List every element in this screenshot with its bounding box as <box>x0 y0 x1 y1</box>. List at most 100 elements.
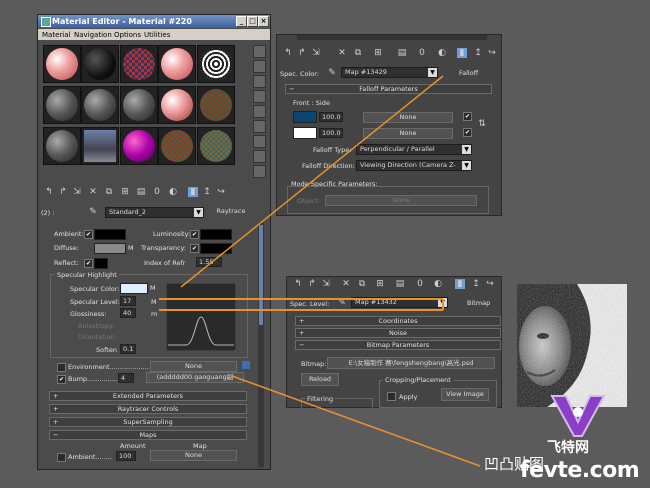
reflect-swatch[interactable] <box>94 258 108 269</box>
reflect-checkbox[interactable]: ✔ <box>84 259 93 268</box>
show-end-result-icon[interactable]: ▮ <box>457 48 467 58</box>
soften-spinner[interactable]: 0.1 <box>120 344 136 354</box>
sample-slot[interactable] <box>197 127 235 165</box>
make-unique-icon[interactable]: ⊞ <box>373 48 383 58</box>
assign-material-icon[interactable]: ⇲ <box>311 48 321 58</box>
go-forward-icon[interactable]: ↪ <box>487 48 497 58</box>
pick-material-icon[interactable]: ✎ <box>88 207 98 217</box>
sample-slot[interactable] <box>158 127 196 165</box>
menu-navigation[interactable]: Navigation <box>74 31 112 39</box>
specular-color-map-button[interactable]: M <box>150 284 156 292</box>
map-type-button[interactable]: Bitmap <box>467 299 490 307</box>
sample-slot[interactable] <box>43 127 81 165</box>
reset-map-icon[interactable]: ✕ <box>88 187 98 197</box>
get-material-icon[interactable]: ↰ <box>44 187 54 197</box>
sample-slot[interactable] <box>81 45 119 83</box>
reset-map-icon[interactable]: ✕ <box>337 48 347 58</box>
show-end-result-icon[interactable]: ▮ <box>455 279 465 289</box>
reset-map-icon[interactable]: ✕ <box>341 279 351 289</box>
diffuse-swatch[interactable] <box>94 243 126 254</box>
falloff-direction-dropdown[interactable]: Viewing Direction (Camera Z-Axis)▼ <box>356 160 472 171</box>
sample-slot[interactable] <box>120 86 158 124</box>
menu-material[interactable]: Material <box>42 31 70 39</box>
make-unique-icon[interactable]: ⊞ <box>120 187 130 197</box>
maximize-button[interactable]: □ <box>247 16 258 27</box>
put-to-library-icon[interactable]: ▤ <box>395 279 405 289</box>
sample-uv-tiling-icon[interactable] <box>253 90 266 103</box>
rollout-bitmap-parameters[interactable]: − Bitmap Parameters <box>295 340 501 350</box>
sample-slot[interactable] <box>120 127 158 165</box>
bitmap-map-name-field[interactable]: Map #13432 ▼ <box>351 297 448 308</box>
ambient-lock-checkbox[interactable]: ✔ <box>84 230 93 239</box>
bitmap-path-button[interactable]: E:\女稿制作 赛\fengshengbang\高光.psd <box>327 357 495 369</box>
put-to-library-icon[interactable]: ▤ <box>136 187 146 197</box>
close-button[interactable]: × <box>258 16 269 27</box>
rollout-falloff-parameters[interactable]: − Falloff Parameters <box>285 84 492 94</box>
sample-slot[interactable] <box>120 45 158 83</box>
show-end-result-icon[interactable]: ▮ <box>188 187 198 197</box>
sample-slot[interactable] <box>158 86 196 124</box>
go-to-parent-icon[interactable]: ↥ <box>202 187 212 197</box>
sample-slot[interactable] <box>81 86 119 124</box>
front-map-button[interactable]: None <box>363 112 453 123</box>
copy-material-icon[interactable]: ⧉ <box>353 48 363 58</box>
pick-map-icon[interactable]: ✎ <box>337 298 347 308</box>
video-color-check-icon[interactable] <box>253 105 266 118</box>
bump-amount-spinner[interactable]: 4 <box>118 373 134 383</box>
go-to-parent-icon[interactable]: ↥ <box>471 279 481 289</box>
sample-slot[interactable] <box>197 86 235 124</box>
side-map-checkbox[interactable]: ✔ <box>463 128 472 137</box>
pick-map-icon[interactable]: ✎ <box>327 68 337 78</box>
material-type-button[interactable]: Raytrace <box>210 207 252 216</box>
get-material-icon[interactable]: ↰ <box>293 279 303 289</box>
material-name-field[interactable]: Standard_2 ▼ <box>105 207 204 218</box>
glossiness-spinner[interactable]: 40 <box>120 308 136 318</box>
front-color-swatch[interactable] <box>293 111 317 123</box>
sample-slot[interactable] <box>197 45 235 83</box>
go-forward-icon[interactable]: ↪ <box>216 187 226 197</box>
rollout-coordinates[interactable]: + Coordinates <box>295 316 501 326</box>
sample-type-icon[interactable] <box>253 45 266 58</box>
panel-scrollbar[interactable] <box>297 35 487 40</box>
environment-map-button[interactable]: None <box>150 361 237 372</box>
assign-material-icon[interactable]: ⇲ <box>72 187 82 197</box>
make-unique-icon[interactable]: ⊞ <box>375 279 385 289</box>
menu-utilities[interactable]: Utilities <box>144 31 170 39</box>
options-icon[interactable] <box>253 135 266 148</box>
minimize-button[interactable]: _ <box>236 16 247 27</box>
material-id-icon[interactable]: 0 <box>417 48 427 58</box>
maps-ambient-map-button[interactable]: None <box>150 450 237 461</box>
falloff-map-name-field[interactable]: Map #13429 ▼ <box>341 67 438 78</box>
backlight-icon[interactable] <box>253 60 266 73</box>
sample-slot[interactable] <box>81 127 119 165</box>
side-color-swatch[interactable] <box>293 127 317 139</box>
front-amount-spinner[interactable]: 100.0 <box>319 112 343 122</box>
scrollbar-thumb[interactable] <box>259 225 263 325</box>
luminosity-checkbox[interactable]: ✔ <box>190 230 199 239</box>
rollout-maps[interactable]: − Maps <box>49 430 247 440</box>
reload-button[interactable]: Reload <box>301 373 339 386</box>
rollout-supersampling[interactable]: + SuperSampling <box>49 417 247 427</box>
put-to-library-icon[interactable]: ▤ <box>397 48 407 58</box>
rollout-raytracer-controls[interactable]: + Raytracer Controls <box>49 404 247 414</box>
environment-lock-icon[interactable] <box>242 361 250 369</box>
swap-colors-icon[interactable]: ⇅ <box>477 119 487 129</box>
material-id-icon[interactable]: 0 <box>152 187 162 197</box>
apply-checkbox[interactable] <box>387 392 396 401</box>
view-image-button[interactable]: View Image <box>441 388 489 401</box>
copy-material-icon[interactable]: ⧉ <box>357 279 367 289</box>
side-map-button[interactable]: None <box>363 128 453 139</box>
maps-ambient-amount-spinner[interactable]: 100 <box>116 451 136 461</box>
select-by-material-icon[interactable] <box>253 150 266 163</box>
side-amount-spinner[interactable]: 100.0 <box>319 128 343 138</box>
transparency-checkbox[interactable]: ✔ <box>190 244 199 253</box>
put-to-scene-icon[interactable]: ↱ <box>297 48 307 58</box>
rollout-noise[interactable]: + Noise <box>295 328 501 338</box>
specular-level-map-button[interactable]: M <box>151 298 157 306</box>
diffuse-map-button[interactable]: M <box>128 244 134 252</box>
material-navigator-icon[interactable] <box>253 165 266 178</box>
put-to-scene-icon[interactable]: ↱ <box>307 279 317 289</box>
sample-slot[interactable] <box>43 45 81 83</box>
scrollbar[interactable] <box>258 223 264 467</box>
go-forward-icon[interactable]: ↪ <box>485 279 495 289</box>
